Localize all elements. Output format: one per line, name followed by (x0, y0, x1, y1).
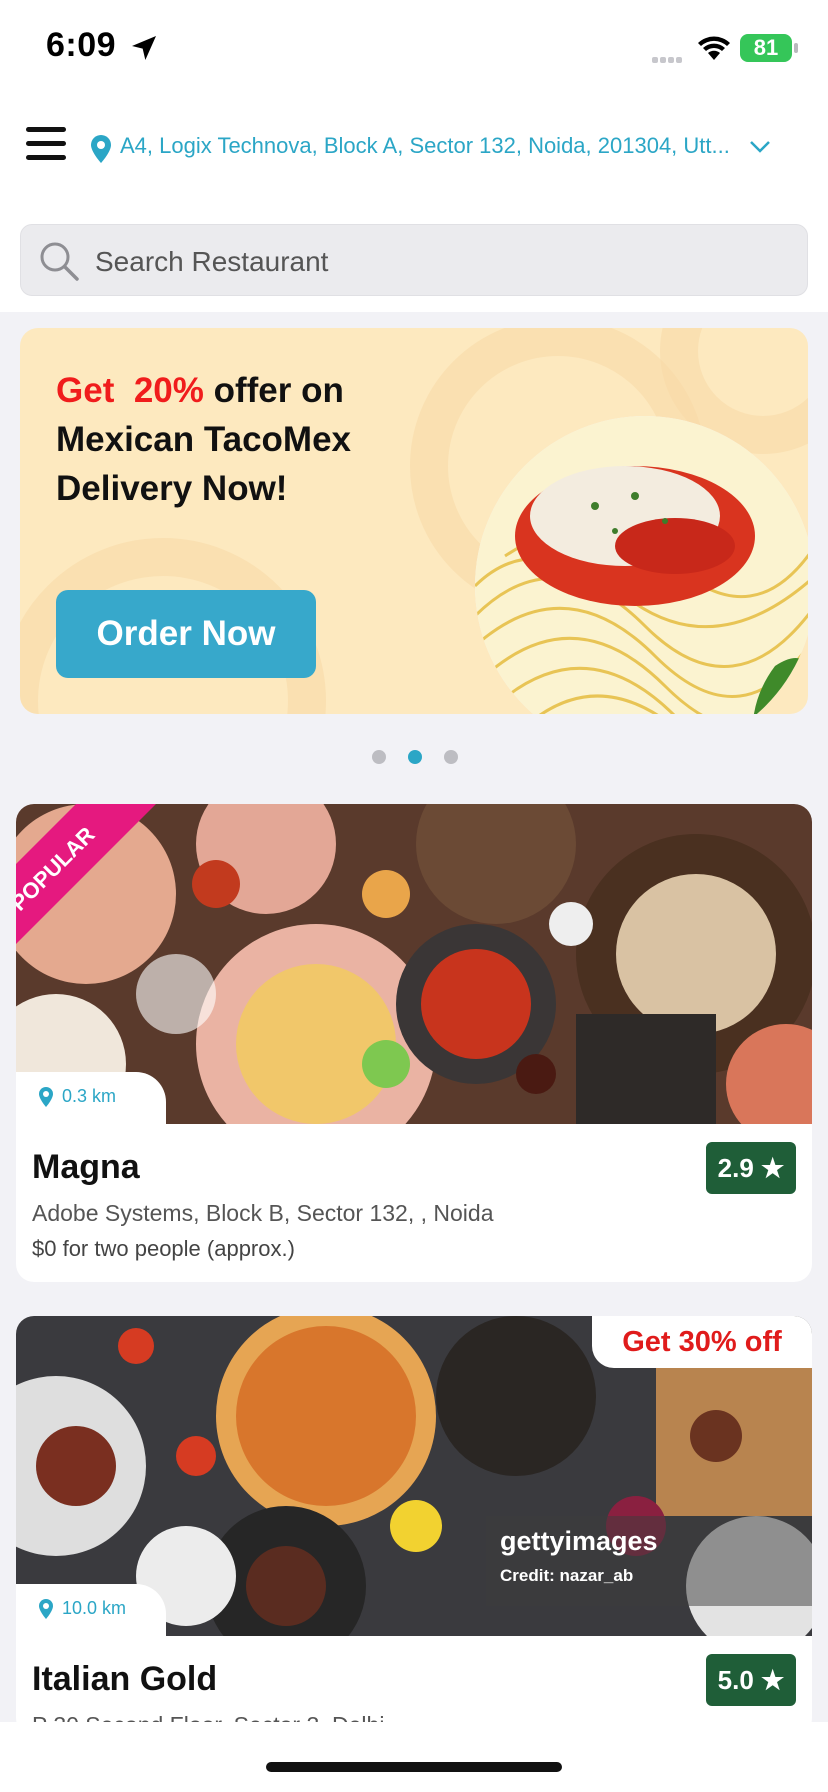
distance-badge: 10.0 km (16, 1584, 166, 1636)
location-pin-icon (39, 1599, 53, 1619)
carousel-pagination (372, 750, 462, 764)
menu-button[interactable] (26, 127, 66, 165)
restaurant-name: Magna (32, 1148, 140, 1186)
rating-badge: 2.9 ★ (706, 1142, 796, 1194)
price-for-two: $0 for two people (approx.) (32, 1236, 295, 1261)
location-pin-icon (91, 135, 111, 163)
home-indicator[interactable] (266, 1762, 562, 1772)
search-input[interactable] (93, 239, 787, 285)
wifi-icon (698, 36, 730, 60)
location-pin-icon (39, 1087, 53, 1107)
home-bar-area (0, 1722, 828, 1792)
watermark-logo: gettyimages (500, 1526, 658, 1556)
distance-badge: 0.3 km (16, 1072, 166, 1124)
offer-badge: Get 30% off (592, 1316, 812, 1368)
delivery-address[interactable]: A4, Logix Technova, Block A, Sector 132,… (120, 133, 740, 159)
restaurant-address: Adobe Systems, Block B, Sector 132, , No… (32, 1200, 494, 1226)
status-time: 6:09 (46, 26, 117, 64)
restaurant-card[interactable]: POPULAR 0.3 km Magna 2.9 ★ Adobe Systems… (16, 804, 812, 1282)
distance-text: 0.3 km (62, 1086, 117, 1106)
restaurant-name: Italian Gold (32, 1660, 218, 1698)
stock-watermark: gettyimages Credit: nazar_ab (486, 1516, 812, 1606)
app-header: 6:09 81 A4, Logix Technova, Block A, Sec… (0, 0, 828, 312)
star-icon: ★ (761, 1665, 785, 1695)
watermark-credit: Credit: nazar_ab (500, 1566, 634, 1585)
promo-banner[interactable]: Get 20% offer on Mexican TacoMex Deliver… (20, 328, 808, 714)
search-icon (40, 242, 79, 281)
cellular-signal-icon (652, 50, 684, 68)
distance-text: 10.0 km (62, 1598, 127, 1618)
restaurant-card[interactable]: Get 30% off gettyimages Credit: nazar_ab… (16, 1316, 812, 1736)
rating-badge: 5.0 ★ (706, 1654, 796, 1706)
chevron-down-icon[interactable] (748, 138, 772, 156)
popular-ribbon: POPULAR (16, 804, 156, 944)
battery-icon: 81 (740, 34, 792, 62)
location-arrow-icon (132, 36, 156, 60)
star-icon: ★ (761, 1153, 785, 1183)
carousel-dot[interactable] (444, 750, 458, 764)
battery-tip (794, 43, 798, 53)
search-bar[interactable] (20, 224, 808, 296)
order-now-button[interactable]: Order Now (56, 590, 316, 678)
carousel-dot-active[interactable] (408, 750, 422, 764)
banner-title: Get 20% offer on Mexican TacoMex Deliver… (56, 371, 352, 508)
carousel-dot[interactable] (372, 750, 386, 764)
